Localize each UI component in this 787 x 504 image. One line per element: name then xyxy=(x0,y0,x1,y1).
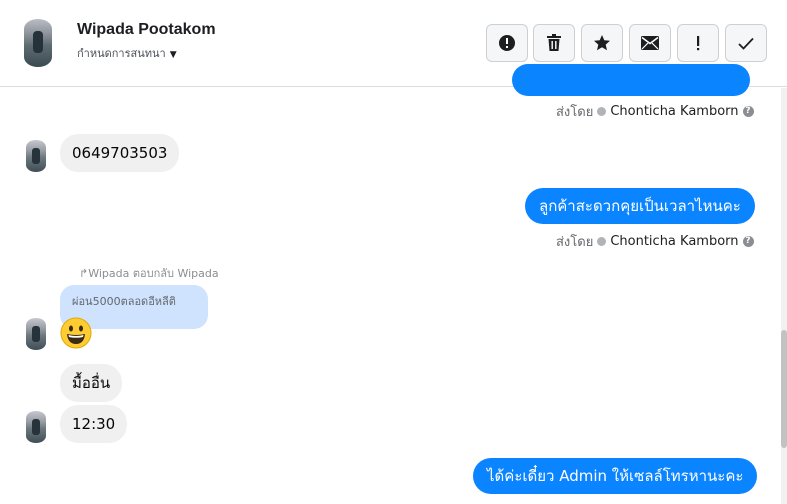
sender-avatar[interactable] xyxy=(26,411,46,443)
incoming-message-bubble[interactable]: มื้ออื่น xyxy=(60,364,123,402)
info-icon[interactable]: ? xyxy=(742,106,754,117)
sent-by-label: ส่งโดย xyxy=(556,105,594,120)
agent-name[interactable]: Chonticha Kamborn xyxy=(610,104,738,119)
scrollbar-thumb[interactable] xyxy=(781,330,787,448)
grinning-face-emoji-icon[interactable] xyxy=(60,317,92,349)
delete-button[interactable] xyxy=(533,24,575,62)
envelope-icon xyxy=(641,36,659,50)
star-button[interactable] xyxy=(581,24,623,62)
agent-name[interactable]: Chonticha Kamborn xyxy=(610,234,738,249)
mark-unread-button[interactable] xyxy=(629,24,671,62)
caret-down-icon: ▼ xyxy=(169,50,177,60)
mark-important-button[interactable] xyxy=(677,24,719,62)
sent-by-row: ส่งโดย Chonticha Kamborn ? xyxy=(556,101,754,122)
schedule-label: กำหนดการสนทนา xyxy=(77,47,166,60)
sender-avatar[interactable] xyxy=(26,318,46,350)
report-spam-button[interactable] xyxy=(486,24,528,62)
outgoing-message-bubble[interactable] xyxy=(512,64,750,96)
trash-icon xyxy=(547,34,561,51)
incoming-message-bubble[interactable]: 12:30 xyxy=(60,405,128,443)
contact-avatar[interactable] xyxy=(24,19,52,67)
verified-icon xyxy=(597,107,607,116)
incoming-message-bubble[interactable]: 0649703503 xyxy=(60,134,180,172)
conversation-schedule-dropdown[interactable]: กำหนดการสนทนา ▼ xyxy=(77,44,177,62)
sender-avatar[interactable] xyxy=(26,140,46,172)
outgoing-message-bubble[interactable]: ลูกค้าสะดวกคุยเป็นเวลาไหนคะ xyxy=(525,188,755,224)
check-icon xyxy=(738,37,754,50)
contact-name[interactable]: Wipada Pootakom xyxy=(77,21,216,39)
mark-done-button[interactable] xyxy=(725,24,767,62)
verified-icon xyxy=(597,237,607,246)
sent-by-label: ส่งโดย xyxy=(556,235,594,250)
info-icon[interactable]: ? xyxy=(742,236,754,247)
reply-hint: ↱Wipada ตอบกลับ Wipada xyxy=(79,267,219,280)
sent-by-row: ส่งโดย Chonticha Kamborn ? xyxy=(556,231,754,252)
star-icon xyxy=(594,35,610,51)
exclamation-icon xyxy=(697,36,700,51)
alert-circle-icon xyxy=(499,35,515,51)
outgoing-message-bubble[interactable]: ได้ค่ะเดี๋ยว Admin ให้เซลล์โทรหานะคะ xyxy=(473,458,758,494)
